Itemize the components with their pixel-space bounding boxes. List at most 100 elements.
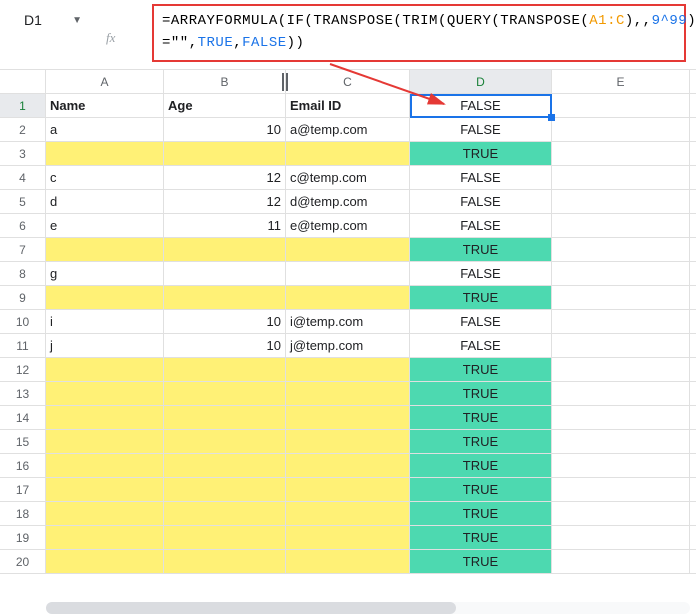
cell[interactable] [164, 526, 286, 549]
cell[interactable]: TRUE [410, 286, 552, 309]
cell[interactable] [552, 478, 690, 501]
cell[interactable]: TRUE [410, 382, 552, 405]
cell[interactable]: j [46, 334, 164, 357]
cell[interactable]: j@temp.com [286, 334, 410, 357]
cell[interactable] [164, 478, 286, 501]
row-header[interactable]: 5 [0, 190, 46, 213]
cell[interactable] [552, 118, 690, 141]
cell[interactable] [164, 406, 286, 429]
row-header[interactable]: 2 [0, 118, 46, 141]
cell[interactable] [46, 286, 164, 309]
cell[interactable] [164, 142, 286, 165]
cell[interactable] [286, 382, 410, 405]
column-resize-handle-icon[interactable] [282, 73, 288, 91]
formula-input[interactable]: =ARRAYFORMULA(IF(TRANSPOSE(TRIM(QUERY(TR… [152, 4, 686, 62]
row-header[interactable]: 6 [0, 214, 46, 237]
cell[interactable]: FALSE [410, 310, 552, 333]
row-header[interactable]: 20 [0, 550, 46, 573]
cell[interactable] [164, 454, 286, 477]
cell[interactable]: TRUE [410, 406, 552, 429]
cell[interactable] [286, 526, 410, 549]
cell[interactable] [552, 142, 690, 165]
cell[interactable]: 12 [164, 166, 286, 189]
col-header-C[interactable]: C [286, 70, 410, 93]
cell[interactable] [552, 406, 690, 429]
cell[interactable]: i [46, 310, 164, 333]
cell[interactable] [552, 310, 690, 333]
col-header-E[interactable]: E [552, 70, 690, 93]
cell[interactable] [46, 550, 164, 573]
cell[interactable] [164, 238, 286, 261]
row-header[interactable]: 1 [0, 94, 46, 117]
col-header-B[interactable]: B [164, 70, 286, 93]
cell[interactable]: TRUE [410, 430, 552, 453]
cell[interactable] [46, 238, 164, 261]
cell[interactable] [46, 382, 164, 405]
cell[interactable] [286, 142, 410, 165]
row-header[interactable]: 7 [0, 238, 46, 261]
fill-handle[interactable] [548, 114, 555, 121]
row-header[interactable]: 11 [0, 334, 46, 357]
name-box-dropdown-icon[interactable]: ▼ [72, 15, 82, 26]
scrollbar-thumb[interactable] [46, 602, 456, 614]
cell[interactable]: i@temp.com [286, 310, 410, 333]
cell[interactable] [286, 358, 410, 381]
cell[interactable] [164, 382, 286, 405]
cell[interactable]: FALSE [410, 166, 552, 189]
cell[interactable] [164, 550, 286, 573]
row-header[interactable]: 10 [0, 310, 46, 333]
row-header[interactable]: 17 [0, 478, 46, 501]
cell[interactable] [164, 286, 286, 309]
cell[interactable] [552, 454, 690, 477]
cell[interactable] [286, 454, 410, 477]
cell[interactable] [552, 214, 690, 237]
cell[interactable] [164, 262, 286, 285]
cell[interactable]: FALSE [410, 94, 552, 117]
cell[interactable] [286, 478, 410, 501]
row-header[interactable]: 15 [0, 430, 46, 453]
cell[interactable]: Email ID [286, 94, 410, 117]
cell[interactable]: a@temp.com [286, 118, 410, 141]
cell[interactable] [552, 286, 690, 309]
cell[interactable] [286, 430, 410, 453]
row-header[interactable]: 19 [0, 526, 46, 549]
cell[interactable]: 12 [164, 190, 286, 213]
cell[interactable] [552, 238, 690, 261]
cell[interactable] [286, 502, 410, 525]
cell[interactable]: e@temp.com [286, 214, 410, 237]
cell[interactable]: TRUE [410, 454, 552, 477]
cell[interactable]: Age [164, 94, 286, 117]
cell[interactable] [46, 454, 164, 477]
cell[interactable] [286, 238, 410, 261]
cell[interactable]: TRUE [410, 478, 552, 501]
col-header-D[interactable]: D [410, 70, 552, 93]
cell[interactable] [552, 502, 690, 525]
cell[interactable]: FALSE [410, 262, 552, 285]
cell[interactable]: c [46, 166, 164, 189]
cell[interactable]: TRUE [410, 550, 552, 573]
row-header[interactable]: 4 [0, 166, 46, 189]
row-header[interactable]: 18 [0, 502, 46, 525]
row-header[interactable]: 14 [0, 406, 46, 429]
cell[interactable]: 10 [164, 334, 286, 357]
cell[interactable]: TRUE [410, 142, 552, 165]
cell[interactable]: Name [46, 94, 164, 117]
cell[interactable] [552, 94, 690, 117]
cell[interactable]: 10 [164, 310, 286, 333]
cell[interactable]: FALSE [410, 118, 552, 141]
cell[interactable] [164, 358, 286, 381]
cell[interactable]: d@temp.com [286, 190, 410, 213]
cell[interactable]: FALSE [410, 214, 552, 237]
cell[interactable]: TRUE [410, 238, 552, 261]
cell[interactable] [164, 430, 286, 453]
cell[interactable] [46, 526, 164, 549]
cell[interactable]: d [46, 190, 164, 213]
cell[interactable] [46, 478, 164, 501]
cell[interactable]: c@temp.com [286, 166, 410, 189]
cell[interactable]: TRUE [410, 502, 552, 525]
cell[interactable] [46, 142, 164, 165]
cell[interactable]: TRUE [410, 526, 552, 549]
cell[interactable] [286, 406, 410, 429]
cell[interactable] [46, 358, 164, 381]
row-header[interactable]: 3 [0, 142, 46, 165]
